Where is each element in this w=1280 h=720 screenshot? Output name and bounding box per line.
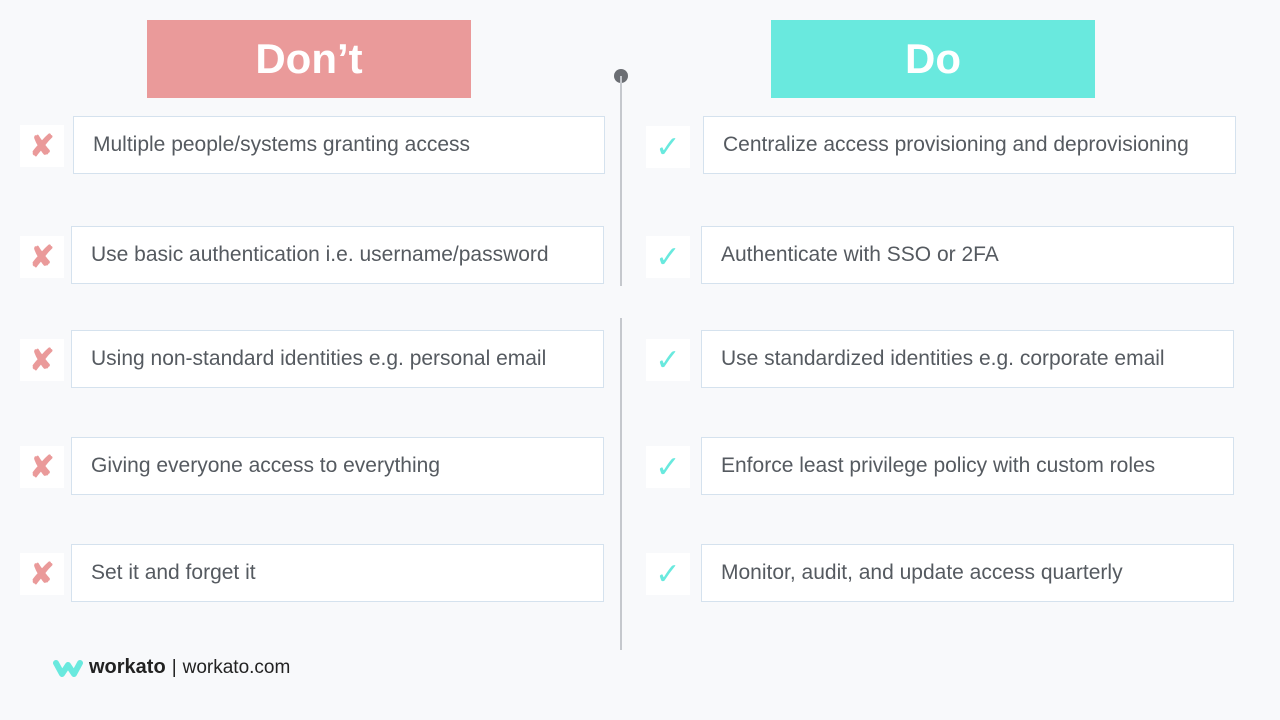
- check-icon: ✓: [646, 339, 690, 381]
- do-item: Use standardized identities e.g. corpora…: [701, 330, 1234, 388]
- x-icon: ✘: [20, 236, 64, 278]
- divider-line-top: [620, 76, 622, 286]
- do-item: Monitor, audit, and update access quarte…: [701, 544, 1234, 602]
- check-icon: ✓: [646, 446, 690, 488]
- x-icon: ✘: [20, 339, 64, 381]
- footer: workato | workato.com: [53, 656, 290, 679]
- x-icon: ✘: [20, 446, 64, 488]
- footer-url[interactable]: workato.com: [183, 657, 291, 679]
- dont-header: Don’t: [147, 20, 471, 98]
- dont-item: Giving everyone access to everything: [71, 437, 604, 495]
- divider-line-bottom: [620, 318, 622, 650]
- check-icon: ✓: [646, 126, 690, 168]
- dont-item: Set it and forget it: [71, 544, 604, 602]
- do-item: Enforce least privilege policy with cust…: [701, 437, 1234, 495]
- check-icon: ✓: [646, 553, 690, 595]
- brand-name: workato: [89, 656, 166, 678]
- x-icon: ✘: [20, 125, 64, 167]
- workato-logo-icon: [53, 659, 83, 677]
- do-header: Do: [771, 20, 1095, 98]
- dont-item: Using non-standard identities e.g. perso…: [71, 330, 604, 388]
- footer-separator: |: [171, 656, 177, 678]
- do-item: Centralize access provisioning and depro…: [703, 116, 1236, 174]
- check-icon: ✓: [646, 236, 690, 278]
- do-item: Authenticate with SSO or 2FA: [701, 226, 1234, 284]
- x-icon: ✘: [20, 553, 64, 595]
- dont-item: Use basic authentication i.e. username/p…: [71, 226, 604, 284]
- dont-item: Multiple people/systems granting access: [73, 116, 605, 174]
